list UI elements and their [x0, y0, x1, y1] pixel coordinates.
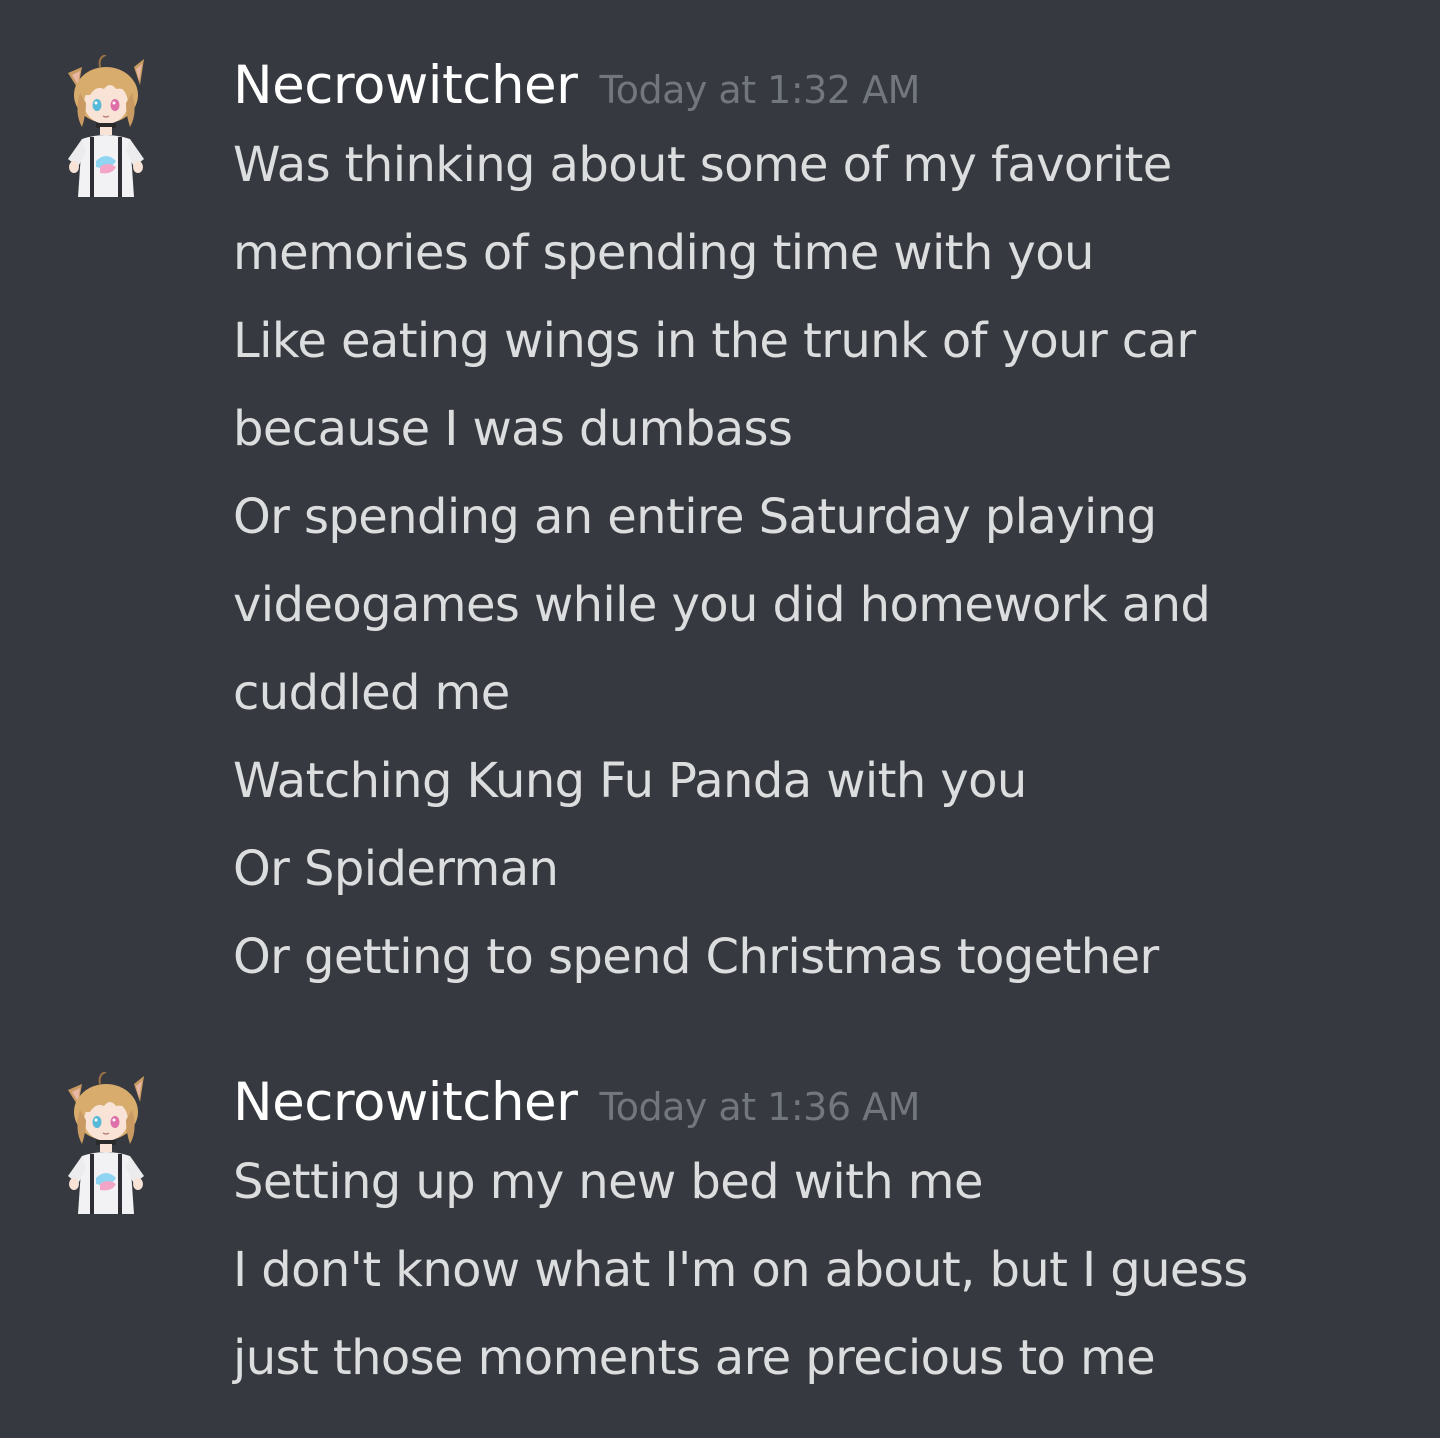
anime-catgirl-avatar-icon	[68, 1071, 144, 1214]
message-line: just those moments are precious to me	[233, 1330, 1156, 1386]
message-line: I don't know what I'm on about, but I gu…	[233, 1242, 1248, 1298]
message-body: Was thinking about some of my favorite m…	[233, 121, 1413, 1001]
message-line: Or Spiderman	[233, 841, 559, 897]
message-line: Watching Kung Fu Panda with you	[233, 753, 1027, 809]
anime-catgirl-avatar-icon	[68, 54, 144, 197]
message-line: because I was dumbass	[233, 401, 793, 457]
avatar[interactable]	[60, 54, 152, 205]
message-line: Was thinking about some of my favorite	[233, 137, 1172, 193]
message-body: Setting up my new bed with me I don't kn…	[233, 1138, 1413, 1402]
message-line: Or spending an entire Saturday playing	[233, 489, 1157, 545]
message-header: Necrowitcher Today at 1:32 AM	[233, 55, 1413, 125]
timestamp[interactable]: Today at 1:32 AM	[599, 68, 920, 112]
timestamp[interactable]: Today at 1:36 AM	[599, 1085, 920, 1129]
message-line: memories of spending time with you	[233, 225, 1094, 281]
message-content: Necrowitcher Today at 1:32 AM Was thinkin…	[233, 55, 1413, 1001]
message-line: Like eating wings in the trunk of your c…	[233, 313, 1196, 369]
message-line: videogames while you did homework and	[233, 577, 1211, 633]
avatar[interactable]	[60, 1071, 152, 1222]
chat-messages: Necrowitcher Today at 1:32 AM Was thinkin…	[0, 0, 1440, 1438]
message-header: Necrowitcher Today at 1:36 AM	[233, 1072, 1413, 1142]
username[interactable]: Necrowitcher	[233, 1072, 578, 1133]
message-line: Setting up my new bed with me	[233, 1154, 983, 1210]
message-line: cuddled me	[233, 665, 510, 721]
username[interactable]: Necrowitcher	[233, 55, 578, 116]
message-content: Necrowitcher Today at 1:36 AM Setting up …	[233, 1072, 1413, 1402]
message-line: Or getting to spend Christmas together	[233, 929, 1159, 985]
